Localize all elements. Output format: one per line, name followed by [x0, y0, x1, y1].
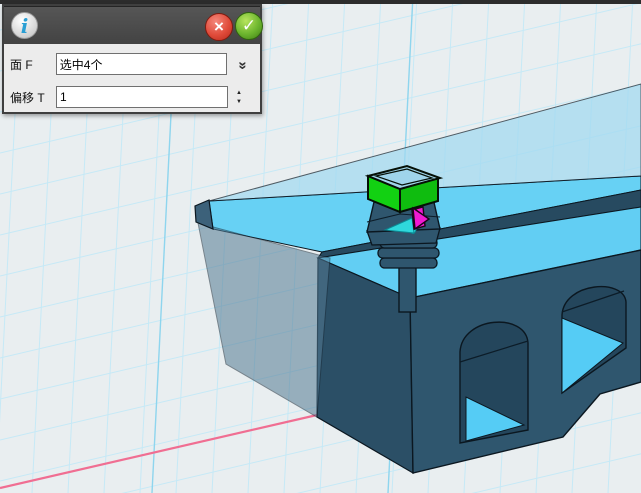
cancel-button[interactable]: × [205, 13, 233, 41]
offset-dialog: i × ✓ 面 F » 偏移 T ▲ ▼ [2, 4, 262, 114]
info-icon: i [11, 12, 38, 39]
spin-down-icon[interactable]: ▼ [236, 99, 242, 105]
chevron-double-down-icon: » [235, 61, 252, 67]
offset-spinner: ▲ ▼ [236, 90, 242, 105]
spin-up-icon[interactable]: ▲ [236, 90, 242, 96]
dialog-body: 面 F » 偏移 T ▲ ▼ [4, 44, 260, 110]
dialog-titlebar[interactable]: i × ✓ [4, 6, 260, 44]
cancel-x-icon: × [214, 17, 224, 37]
fitting-rib[interactable] [380, 258, 437, 268]
face-field-label: 面 F [10, 56, 56, 73]
info-glyph: i [21, 14, 29, 38]
face-selection-input[interactable] [56, 53, 227, 75]
expand-list-button[interactable]: » [232, 54, 254, 74]
confirm-button[interactable]: ✓ [235, 12, 263, 40]
offset-field-label: 偏移 T [10, 89, 56, 106]
offset-field-row: 偏移 T ▲ ▼ [10, 84, 254, 110]
cad-window: i × ✓ 面 F » 偏移 T ▲ ▼ [0, 0, 641, 493]
fitting-rib[interactable] [378, 248, 439, 258]
offset-value-input[interactable] [56, 86, 228, 108]
fitting-stem[interactable] [399, 266, 416, 312]
face-field-row: 面 F » [10, 51, 254, 77]
confirm-check-icon: ✓ [242, 16, 256, 36]
